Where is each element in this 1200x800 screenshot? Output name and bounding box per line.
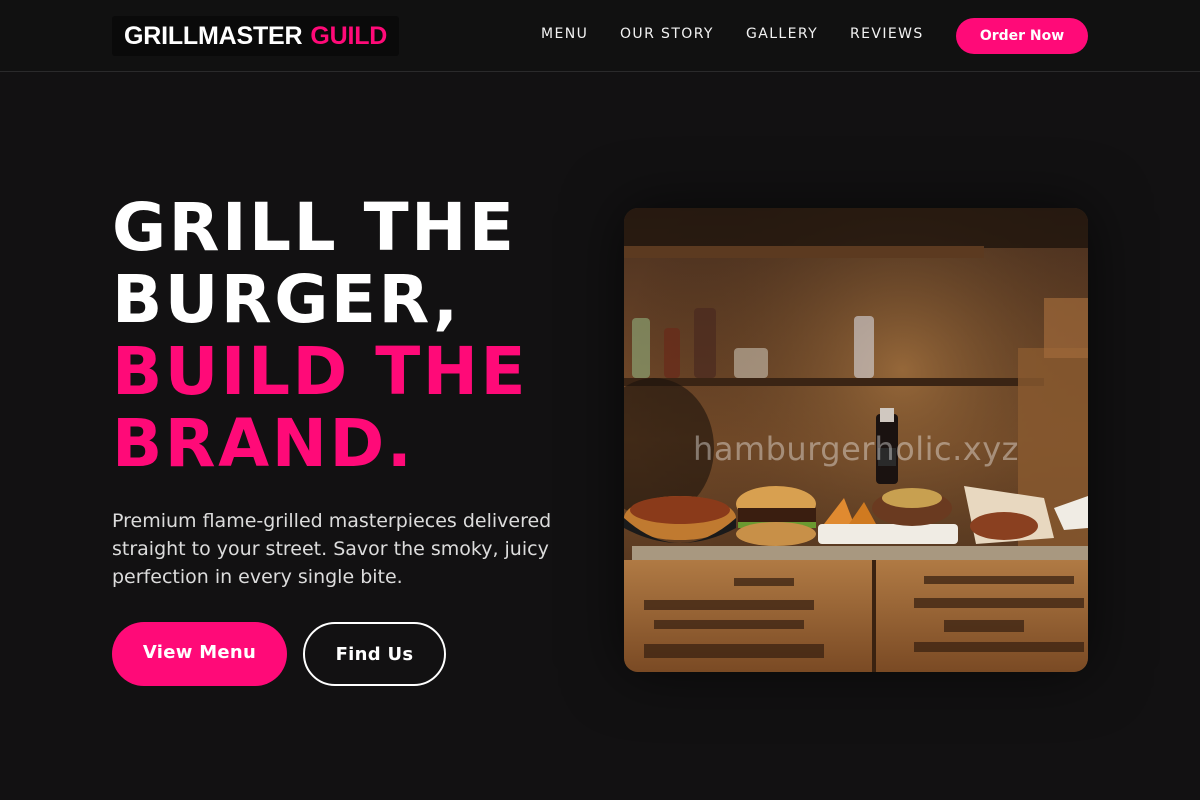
view-menu-button[interactable]: View Menu	[112, 622, 287, 686]
site-header: GRILLMASTER GUILD MENU OUR STORY GALLERY…	[0, 0, 1200, 72]
nav-link-our-story[interactable]: OUR STORY	[620, 26, 714, 42]
nav-link-gallery[interactable]: GALLERY	[746, 26, 818, 42]
hero-headline: GRILL THE BURGER, BUILD THE BRAND.	[112, 192, 528, 480]
find-us-button[interactable]: Find Us	[303, 622, 446, 686]
hero-food-image: hamburgerholic.xyz	[624, 208, 1088, 672]
headline-line-2: BURGER,	[112, 261, 461, 338]
image-watermark: hamburgerholic.xyz	[693, 430, 1019, 468]
brand-logo[interactable]: GRILLMASTER GUILD	[112, 16, 400, 56]
brand-name-part2: GUILD	[310, 22, 388, 50]
headline-line-1: GRILL THE	[112, 189, 517, 266]
nav-link-reviews[interactable]: REVIEWS	[850, 26, 924, 42]
hero-description: Premium flame-grilled masterpieces deliv…	[112, 510, 552, 588]
headline-line-4: BRAND.	[112, 405, 415, 482]
headline-line-3: BUILD THE	[112, 333, 529, 410]
nav-link-menu[interactable]: MENU	[541, 26, 588, 42]
order-now-button[interactable]: Order Now	[956, 18, 1088, 54]
brand-name-part1: GRILLMASTER	[124, 22, 303, 50]
